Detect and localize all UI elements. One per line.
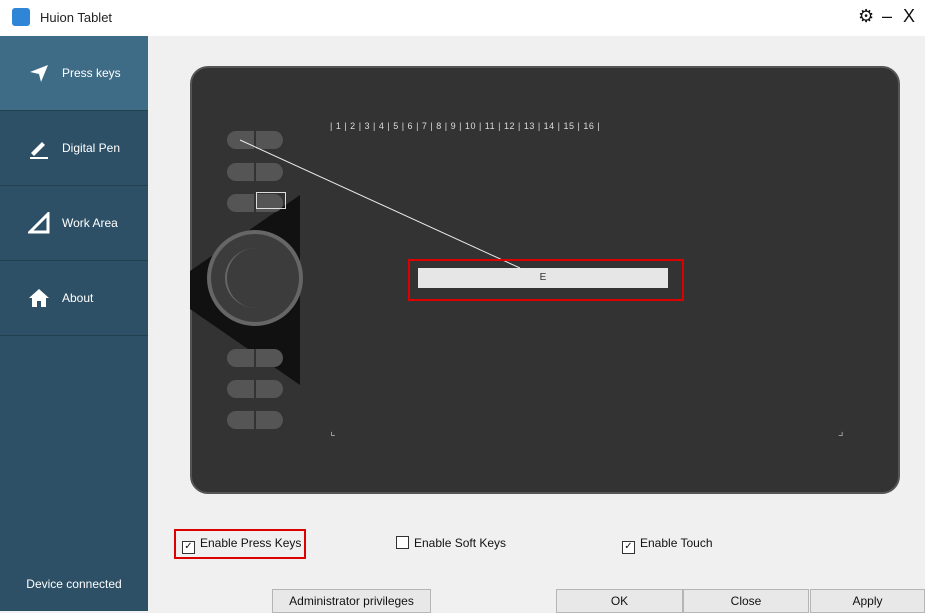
corner-mark: ⌞ (330, 424, 336, 438)
enable-soft-keys-checkbox[interactable]: Enable Soft Keys (396, 536, 506, 550)
close-button[interactable]: Close (683, 589, 809, 613)
apply-button[interactable]: Apply (810, 589, 925, 613)
administrator-privileges-button[interactable]: Administrator privileges (272, 589, 431, 613)
enable-touch-checkbox[interactable]: ✓ Enable Touch (622, 536, 713, 554)
ok-button[interactable]: OK (556, 589, 683, 613)
connector-line (239, 139, 521, 269)
highlight-box (408, 259, 684, 301)
highlight-box (174, 529, 306, 559)
corner-mark: ⌟ (838, 424, 844, 438)
